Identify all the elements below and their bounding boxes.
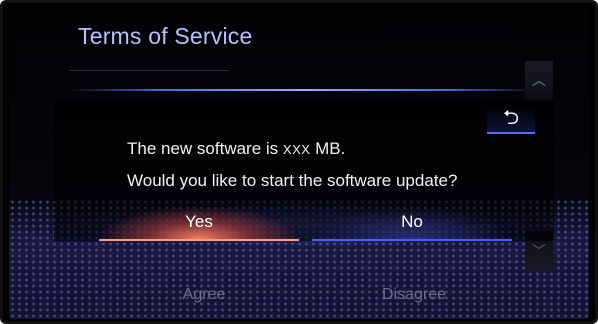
return-arrow-icon: ⮌ [502,107,520,129]
yes-button[interactable]: Yes [99,207,299,241]
software-size-value: XXX [282,142,311,157]
chevron-down-icon: ﹀ [532,243,546,259]
header-divider [69,70,229,71]
disagree-button[interactable]: Disagree [329,281,499,309]
dialog-message-question: Would you like to start the software upd… [127,171,458,190]
screen: Terms of Service ︿ ﹀ Agree Disagree ⮌ Th… [9,9,589,319]
scroll-up-button[interactable]: ︿ [525,61,553,99]
no-button[interactable]: No [312,207,512,241]
agree-button[interactable]: Agree [119,281,289,309]
display-frame: Terms of Service ︿ ﹀ Agree Disagree ⮌ Th… [0,0,598,324]
dialog-message-size: The new software is XXX MB. [127,139,346,158]
chevron-up-icon: ︿ [532,72,546,88]
page-title: Terms of Service [78,23,253,49]
back-button[interactable]: ⮌ [487,106,535,134]
title-underline [69,89,539,91]
